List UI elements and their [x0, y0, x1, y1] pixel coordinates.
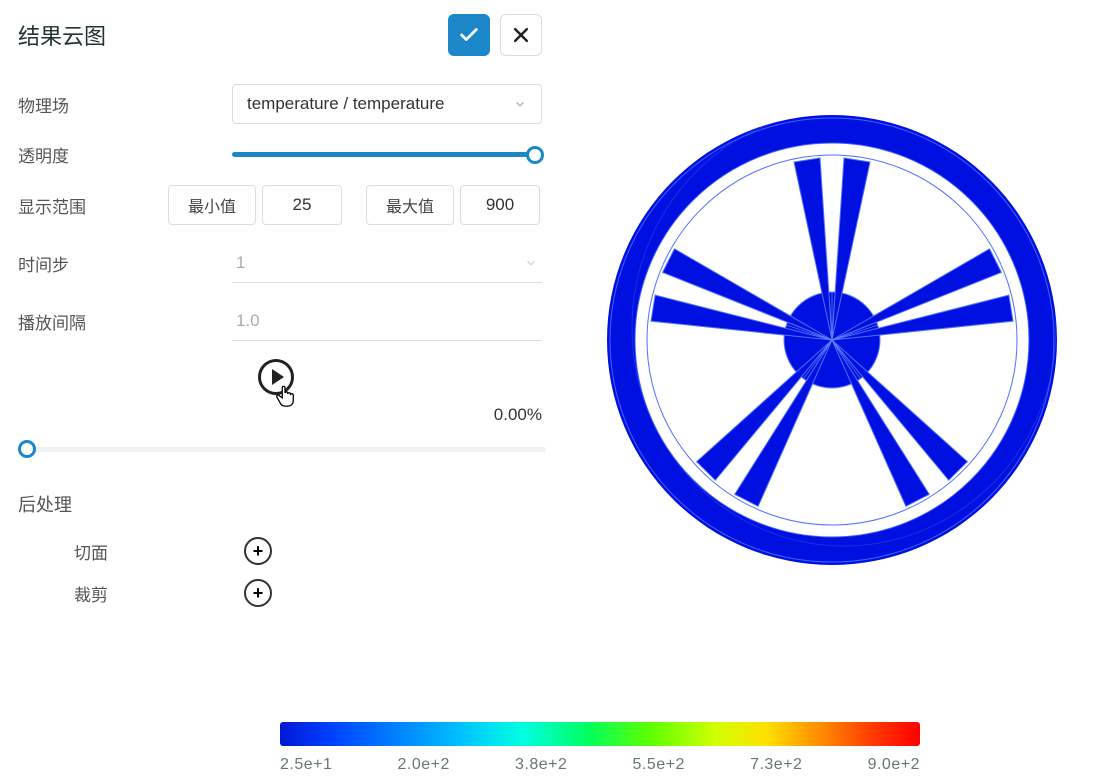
interval-row: 播放间隔 1.0: [18, 301, 542, 341]
timestep-label: 时间步: [18, 251, 168, 276]
chevron-down-icon: [513, 97, 527, 111]
range-max-group: 最大值: [366, 185, 540, 225]
plus-icon: +: [253, 542, 264, 560]
legend-tick: 5.5e+2: [633, 756, 685, 774]
slider-thumb[interactable]: [526, 146, 544, 164]
check-icon: [458, 24, 480, 46]
panel-title: 结果云图: [18, 19, 106, 51]
clip-row: 裁剪 +: [18, 579, 542, 607]
wheel-model: [602, 110, 1062, 570]
opacity-row: 透明度: [18, 142, 542, 167]
legend-gradient-bar: [280, 722, 920, 746]
close-button[interactable]: [500, 14, 542, 56]
range-min-label: 最小值: [168, 185, 256, 225]
timestep-select[interactable]: 1: [232, 243, 542, 283]
opacity-slider[interactable]: [232, 143, 542, 167]
legend-tick: 7.3e+2: [750, 756, 802, 774]
opacity-label: 透明度: [18, 142, 168, 167]
progress-slider[interactable]: [18, 437, 546, 461]
color-legend: 2.5e+1 2.0e+2 3.8e+2 5.5e+2 7.3e+2 9.0e+…: [280, 722, 920, 774]
progress-track: [18, 447, 546, 452]
section-plane-row: 切面 +: [18, 537, 542, 565]
range-row: 显示范围 最小值 最大值: [18, 185, 542, 225]
physics-select-value: temperature / temperature: [247, 94, 444, 114]
panel-header: 结果云图: [18, 14, 542, 56]
interval-value: 1.0: [236, 311, 260, 331]
plus-icon: +: [253, 584, 264, 602]
progress-thumb[interactable]: [18, 440, 36, 458]
range-max-input[interactable]: [460, 185, 540, 225]
add-section-plane-button[interactable]: +: [244, 537, 272, 565]
range-label: 显示范围: [18, 193, 168, 218]
physics-select[interactable]: temperature / temperature: [232, 84, 542, 124]
range-min-input[interactable]: [262, 185, 342, 225]
timestep-row: 时间步 1: [18, 243, 542, 283]
cursor-hand-icon: [274, 383, 296, 415]
range-min-group: 最小值: [168, 185, 342, 225]
section-plane-label: 切面: [74, 539, 244, 564]
clip-label: 裁剪: [74, 581, 244, 606]
slider-track: [232, 152, 542, 157]
interval-field[interactable]: 1.0: [232, 301, 542, 341]
settings-panel: 结果云图 物理场 temperature / temperature 透明度: [0, 0, 560, 635]
play-row: [18, 359, 542, 395]
legend-tick: 3.8e+2: [515, 756, 567, 774]
legend-tick: 2.5e+1: [280, 756, 332, 774]
chevron-down-icon: [524, 256, 538, 270]
viewport-3d[interactable]: [562, 0, 1102, 680]
panel-actions: [448, 14, 542, 56]
postproc-title: 后处理: [18, 491, 542, 517]
add-clip-button[interactable]: +: [244, 579, 272, 607]
physics-row: 物理场 temperature / temperature: [18, 84, 542, 124]
close-icon: [511, 25, 531, 45]
confirm-button[interactable]: [448, 14, 490, 56]
legend-tick-labels: 2.5e+1 2.0e+2 3.8e+2 5.5e+2 7.3e+2 9.0e+…: [280, 756, 920, 774]
interval-label: 播放间隔: [18, 309, 168, 334]
range-max-label: 最大值: [366, 185, 454, 225]
physics-label: 物理场: [18, 92, 168, 117]
legend-tick: 2.0e+2: [398, 756, 450, 774]
timestep-value: 1: [236, 253, 245, 273]
legend-tick: 9.0e+2: [868, 756, 920, 774]
